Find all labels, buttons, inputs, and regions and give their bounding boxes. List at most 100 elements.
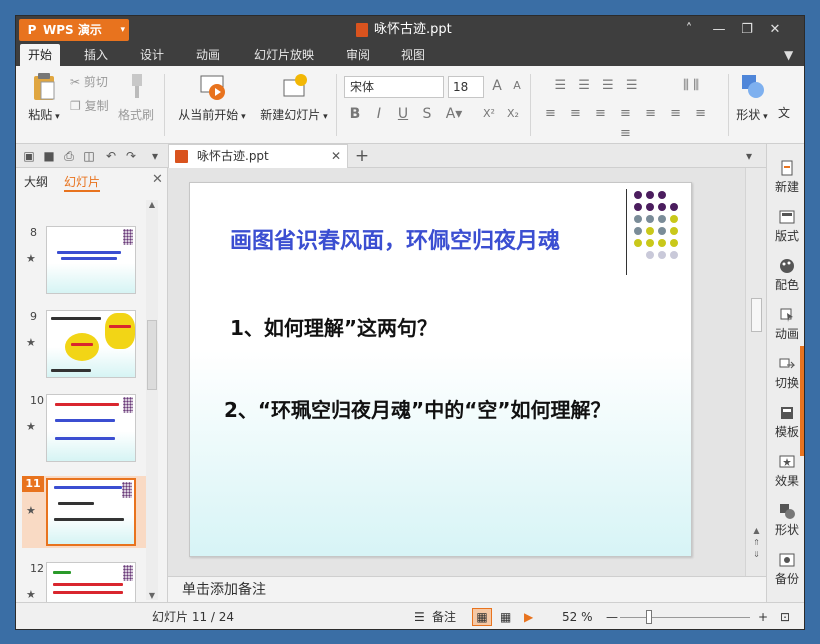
question-2[interactable]: 2、“环珮空归夜月魂”中的“空”如何理解？	[224, 396, 674, 424]
pane-backup[interactable]: 备份	[767, 552, 804, 587]
new-slide-button[interactable]: 新建幻灯片 ▾	[254, 72, 334, 123]
bold-icon[interactable]: B	[346, 104, 364, 124]
pane-layout[interactable]: 版式	[767, 209, 804, 244]
print-icon[interactable]: ⎙	[60, 147, 78, 165]
font-color-icon[interactable]: A▾	[442, 104, 466, 124]
slide-editor: 画图省识春风面，环佩空归夜月魂 1、如何理解”这两句？ 2、“环珮空归夜月魂”中…	[168, 168, 766, 576]
pane-colors[interactable]: 配色	[767, 258, 804, 293]
columns-icon[interactable]: ⫼ ⫼	[666, 76, 716, 96]
shape-button[interactable]: 形状 ▾	[732, 72, 772, 123]
shapes-icon	[742, 75, 764, 98]
shrink-font-icon[interactable]: A	[508, 76, 526, 96]
sorter-view-icon[interactable]: ▦	[500, 603, 511, 629]
font-size-select[interactable]: 18	[448, 76, 484, 98]
tab-slides[interactable]: 幻灯片	[64, 172, 101, 192]
open-folder-icon[interactable]: ▣	[20, 147, 38, 165]
cut-button[interactable]: ✂ 剪切	[70, 72, 108, 92]
slide-thumb-11[interactable]: 11 ★	[22, 476, 148, 548]
ppt-file-icon	[356, 22, 368, 37]
thumbnail-list: 8 ★ 9 ★ 10 ★ 11 ★ 12 ★ ▲ ▼	[16, 198, 168, 602]
tab-animation[interactable]: 动画	[188, 44, 228, 66]
pane-animation[interactable]: 动画	[767, 307, 804, 342]
from-current-button[interactable]: 从当前开始 ▾	[172, 72, 252, 123]
italic-icon[interactable]: I	[370, 104, 388, 124]
subscript-icon[interactable]: X₂	[504, 104, 522, 124]
prev-slide-icon[interactable]: ⇑	[746, 538, 767, 547]
scroll-up-icon[interactable]: ▲	[146, 200, 158, 209]
backup-icon	[779, 553, 795, 567]
underline-icon[interactable]: U	[394, 104, 412, 124]
tab-view[interactable]: 视图	[393, 44, 433, 66]
pane-new[interactable]: 新建	[767, 160, 804, 195]
font-family-select[interactable]: 宋体	[344, 76, 444, 98]
template-icon	[781, 407, 793, 419]
text-button[interactable]: 文	[776, 104, 792, 121]
fit-window-icon[interactable]: ⊡	[780, 603, 790, 629]
pane-effects[interactable]: 效果	[767, 454, 804, 489]
editor-scrollbar[interactable]: ▲ ⇑ ⇓	[745, 168, 766, 576]
play-view-icon[interactable]: ▶	[524, 603, 533, 629]
superscript-icon[interactable]: X²	[480, 104, 498, 124]
preview-icon[interactable]: ◫	[80, 147, 98, 165]
scroll-down-icon[interactable]: ▼	[146, 591, 158, 600]
zoom-slider-handle[interactable]	[646, 610, 652, 624]
paste-button[interactable]: 粘贴 ▾	[24, 72, 64, 123]
slide-thumb-12[interactable]: 12 ★	[22, 560, 148, 602]
brush-icon	[132, 74, 142, 98]
restore-button[interactable]: ❐	[734, 16, 760, 44]
zoom-out-icon[interactable]: —	[606, 603, 618, 629]
format-painter-button[interactable]: 格式刷	[116, 72, 156, 123]
tab-outline[interactable]: 大纲	[24, 172, 48, 192]
new-tab-button[interactable]: +	[352, 144, 372, 168]
notes-toggle-icon[interactable]: ☰	[414, 603, 425, 629]
align-icons[interactable]: ≡ ≡ ≡ ≡ ≡ ≡ ≡ ≡	[538, 104, 718, 141]
minimize-button[interactable]: —	[706, 16, 732, 44]
close-tab-icon[interactable]: ✕	[331, 145, 341, 167]
app-menu-button[interactable]: P WPS 演示 ▾	[19, 19, 129, 41]
skin-icon[interactable]: ▼	[776, 44, 801, 66]
tab-list-icon[interactable]: ▾	[740, 147, 758, 165]
tab-review[interactable]: 审阅	[338, 44, 378, 66]
scrollbar-thumb[interactable]	[751, 298, 762, 332]
menu-bar: 开始 插入 设计 动画 幻灯片放映 审阅 视图 ▼	[16, 44, 804, 66]
animation-star-icon: ★	[26, 588, 36, 601]
slides-panel: 大纲 幻灯片 ✕ 8 ★ 9 ★ 10 ★ 11 ★ 12 ★ ▲ ▼	[16, 168, 168, 602]
slide-thumb-10[interactable]: 10 ★	[22, 392, 148, 464]
slide-thumb-9[interactable]: 9 ★	[22, 308, 148, 380]
redo-icon[interactable]: ↷	[122, 147, 140, 165]
tab-design[interactable]: 设计	[132, 44, 172, 66]
close-button[interactable]: ✕	[762, 16, 788, 44]
animation-star-icon: ★	[26, 504, 36, 517]
notes-pane[interactable]: 单击添加备注	[168, 576, 766, 602]
list-icons[interactable]: ☰ ☰ ☰ ☰	[538, 76, 658, 96]
shadow-icon[interactable]: S	[418, 104, 436, 124]
zoom-slider[interactable]	[620, 617, 750, 618]
tab-home[interactable]: 开始	[20, 44, 61, 66]
next-slide-icon[interactable]: ⇓	[746, 550, 767, 559]
slide-canvas[interactable]: 画图省识春风面，环佩空归夜月魂 1、如何理解”这两句？ 2、“环珮空归夜月魂”中…	[189, 182, 692, 557]
zoom-in-icon[interactable]: +	[758, 603, 768, 629]
slide-thumb-8[interactable]: 8 ★	[22, 224, 148, 296]
quick-access-dropdown-icon[interactable]: ▾	[146, 147, 164, 165]
tab-insert[interactable]: 插入	[76, 44, 116, 66]
save-icon[interactable]: ■	[40, 147, 58, 165]
copy-button[interactable]: ❐ 复制	[70, 96, 109, 116]
pane-shapes[interactable]: 形状	[767, 503, 804, 538]
window-title: 咏怀古迹.ppt	[356, 16, 452, 44]
slide-title[interactable]: 画图省识春风面，环佩空归夜月魂	[230, 223, 560, 255]
normal-view-icon[interactable]: ▦	[472, 608, 492, 626]
undo-icon[interactable]: ↶	[102, 147, 120, 165]
document-tab[interactable]: 咏怀古迹.ppt ✕	[168, 144, 348, 168]
close-panel-icon[interactable]: ✕	[152, 172, 163, 187]
grow-font-icon[interactable]: A	[488, 76, 506, 96]
notes-toggle-button[interactable]: 备注	[432, 603, 456, 629]
scrollbar-thumb[interactable]	[147, 320, 157, 390]
animation-star-icon: ★	[26, 252, 36, 265]
slide-preview	[46, 562, 136, 602]
scroll-up-icon[interactable]: ▲	[746, 526, 767, 535]
ribbon-collapse-button[interactable]: ˄	[676, 16, 702, 44]
thumbnail-scrollbar[interactable]: ▲ ▼	[146, 200, 158, 600]
ppt-file-icon	[175, 150, 188, 163]
tab-slideshow[interactable]: 幻灯片放映	[246, 44, 322, 66]
question-1[interactable]: 1、如何理解”这两句？	[230, 312, 437, 341]
